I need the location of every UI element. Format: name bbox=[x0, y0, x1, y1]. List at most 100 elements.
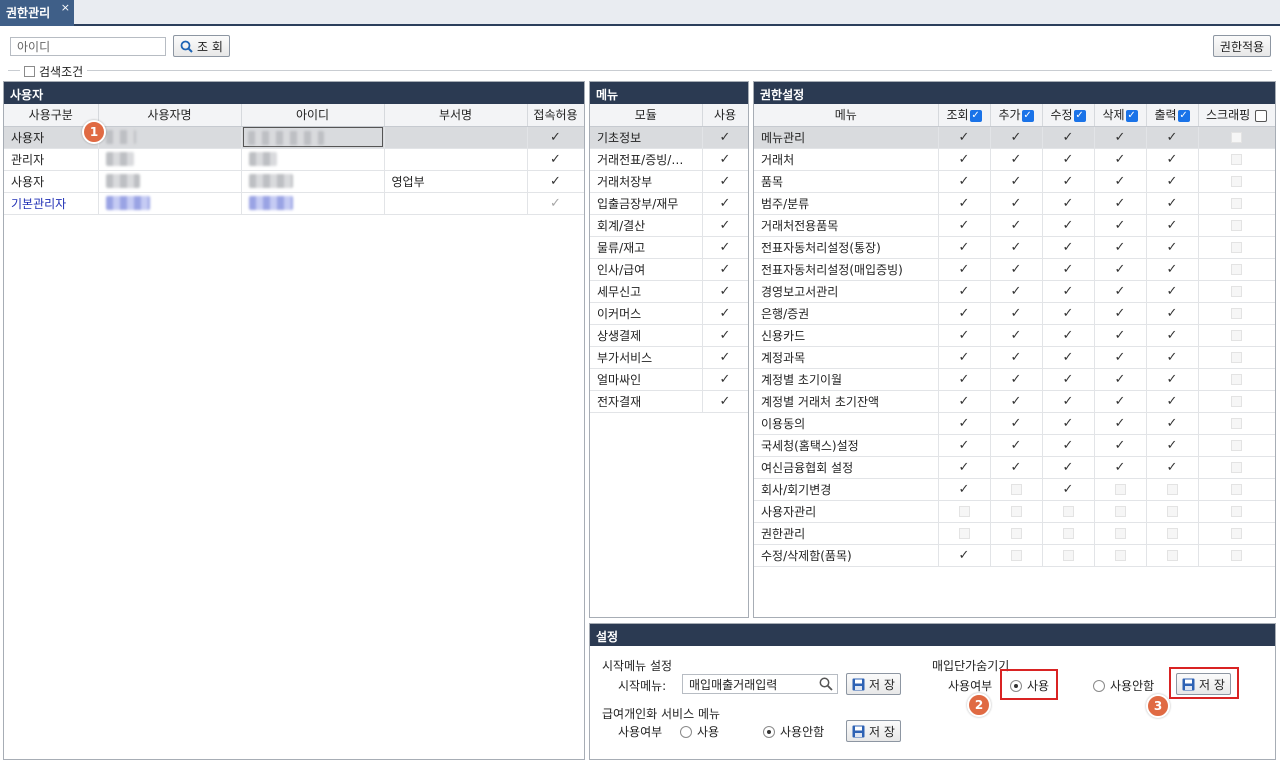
view-permission-checkbox[interactable]: ✓ bbox=[938, 412, 991, 435]
permission-row[interactable]: 권한관리 bbox=[754, 522, 1275, 545]
permission-row[interactable]: 거래처 ✓ ✓ ✓ ✓ ✓ bbox=[754, 148, 1275, 171]
payroll-save-button[interactable]: 저 장 bbox=[846, 720, 901, 742]
module-row[interactable]: 거래처장부 ✓ bbox=[590, 170, 748, 193]
permission-row[interactable]: 범주/분류 ✓ ✓ ✓ ✓ ✓ bbox=[754, 192, 1275, 215]
search-conditions-toggle[interactable]: 검색조건 bbox=[20, 63, 88, 80]
delete-permission-checkbox[interactable]: ✓ bbox=[1094, 434, 1147, 457]
delete-permission-checkbox[interactable]: ✓ bbox=[1094, 368, 1147, 391]
add-permission-checkbox[interactable]: ✓ bbox=[990, 368, 1043, 391]
column-header[interactable]: 아이디 bbox=[241, 104, 385, 127]
view-permission-checkbox[interactable]: ✓ bbox=[938, 434, 991, 457]
module-use-checkbox[interactable]: ✓ bbox=[702, 236, 748, 259]
column-header[interactable]: 접속허용 bbox=[527, 104, 584, 127]
print-all-checkbox[interactable]: ✓ bbox=[1177, 109, 1190, 122]
add-permission-checkbox[interactable]: ✓ bbox=[990, 126, 1043, 149]
close-icon[interactable]: × bbox=[61, 1, 70, 14]
edit-permission-checkbox[interactable]: ✓ bbox=[1042, 390, 1095, 413]
permission-row[interactable]: 경영보고서관리 ✓ ✓ ✓ ✓ ✓ bbox=[754, 280, 1275, 303]
module-row[interactable]: 전자결재 ✓ bbox=[590, 390, 748, 413]
access-allowed-checkbox[interactable]: ✓ bbox=[527, 126, 584, 149]
search-icon[interactable] bbox=[819, 677, 833, 694]
permission-row[interactable]: 거래처전용품목 ✓ ✓ ✓ ✓ ✓ bbox=[754, 214, 1275, 237]
add-permission-checkbox[interactable]: ✓ bbox=[990, 324, 1043, 347]
module-row[interactable]: 물류/재고 ✓ bbox=[590, 236, 748, 259]
search-input[interactable] bbox=[10, 37, 166, 56]
view-permission-checkbox[interactable]: ✓ bbox=[938, 368, 991, 391]
delete-column-header[interactable]: 삭제 ✓ bbox=[1094, 104, 1147, 127]
delete-permission-checkbox[interactable]: ✓ bbox=[1094, 126, 1147, 149]
module-use-checkbox[interactable]: ✓ bbox=[702, 324, 748, 347]
view-permission-checkbox[interactable]: ✓ bbox=[938, 280, 991, 303]
add-permission-checkbox[interactable]: ✓ bbox=[990, 302, 1043, 325]
add-permission-checkbox[interactable]: ✓ bbox=[990, 192, 1043, 215]
column-header[interactable]: 사용구분 bbox=[4, 104, 99, 127]
purchase-price-not-use-radio[interactable]: 사용안함 bbox=[1093, 677, 1154, 694]
module-row[interactable]: 입출금장부/재무 ✓ bbox=[590, 192, 748, 215]
edit-permission-checkbox[interactable]: ✓ bbox=[1042, 258, 1095, 281]
view-permission-checkbox[interactable]: ✓ bbox=[938, 192, 991, 215]
delete-permission-checkbox[interactable]: ✓ bbox=[1094, 412, 1147, 435]
view-permission-checkbox[interactable]: ✓ bbox=[938, 346, 991, 369]
payroll-not-use-radio[interactable]: 사용안함 bbox=[763, 723, 824, 740]
module-row[interactable]: 얼마싸인 ✓ bbox=[590, 368, 748, 391]
module-row[interactable]: 기초정보 ✓ bbox=[590, 126, 748, 149]
print-permission-checkbox[interactable]: ✓ bbox=[1146, 170, 1199, 193]
print-permission-checkbox[interactable]: ✓ bbox=[1146, 434, 1199, 457]
module-use-checkbox[interactable]: ✓ bbox=[702, 258, 748, 281]
edit-column-header[interactable]: 수정 ✓ bbox=[1042, 104, 1095, 127]
user-id-cell[interactable] bbox=[241, 126, 385, 149]
module-use-checkbox[interactable]: ✓ bbox=[702, 170, 748, 193]
add-permission-checkbox[interactable]: ✓ bbox=[990, 390, 1043, 413]
module-use-checkbox[interactable]: ✓ bbox=[702, 390, 748, 413]
add-permission-checkbox[interactable]: ✓ bbox=[990, 148, 1043, 171]
column-header[interactable]: 사용자명 bbox=[98, 104, 242, 127]
add-permission-checkbox[interactable]: ✓ bbox=[990, 346, 1043, 369]
permission-row[interactable]: 신용카드 ✓ ✓ ✓ ✓ ✓ bbox=[754, 324, 1275, 347]
permission-row[interactable]: 전표자동처리설정(매입증빙) ✓ ✓ ✓ ✓ ✓ bbox=[754, 258, 1275, 281]
add-permission-checkbox[interactable]: ✓ bbox=[990, 456, 1043, 479]
view-permission-checkbox[interactable]: ✓ bbox=[938, 148, 991, 171]
view-permission-checkbox[interactable]: ✓ bbox=[938, 390, 991, 413]
scraping-column-header[interactable]: 스크래핑 ✓ bbox=[1198, 104, 1275, 127]
view-permission-checkbox[interactable]: ✓ bbox=[938, 478, 991, 501]
access-allowed-checkbox[interactable]: ✓ bbox=[527, 148, 584, 171]
print-permission-checkbox[interactable]: ✓ bbox=[1146, 412, 1199, 435]
delete-permission-checkbox[interactable]: ✓ bbox=[1094, 148, 1147, 171]
start-menu-input[interactable] bbox=[682, 674, 838, 694]
module-use-checkbox[interactable]: ✓ bbox=[702, 214, 748, 237]
edit-permission-checkbox[interactable]: ✓ bbox=[1042, 478, 1095, 501]
edit-all-checkbox[interactable]: ✓ bbox=[1073, 109, 1086, 122]
edit-permission-checkbox[interactable]: ✓ bbox=[1042, 214, 1095, 237]
add-permission-checkbox[interactable]: ✓ bbox=[990, 434, 1043, 457]
permission-row[interactable]: 전표자동처리설정(통장) ✓ ✓ ✓ ✓ ✓ bbox=[754, 236, 1275, 259]
delete-permission-checkbox[interactable]: ✓ bbox=[1094, 170, 1147, 193]
edit-permission-checkbox[interactable]: ✓ bbox=[1042, 126, 1095, 149]
permission-row[interactable]: 계정과목 ✓ ✓ ✓ ✓ ✓ bbox=[754, 346, 1275, 369]
permission-row[interactable]: 계정별 거래처 초기잔액 ✓ ✓ ✓ ✓ ✓ bbox=[754, 390, 1275, 413]
module-row[interactable]: 인사/급여 ✓ bbox=[590, 258, 748, 281]
view-permission-checkbox[interactable]: ✓ bbox=[938, 456, 991, 479]
add-permission-checkbox[interactable]: ✓ bbox=[990, 170, 1043, 193]
print-permission-checkbox[interactable]: ✓ bbox=[1146, 192, 1199, 215]
add-permission-checkbox[interactable]: ✓ bbox=[990, 258, 1043, 281]
radio-button[interactable] bbox=[680, 725, 692, 738]
permission-row[interactable]: 국세청(홈택스)설정 ✓ ✓ ✓ ✓ ✓ bbox=[754, 434, 1275, 457]
table-row[interactable]: 사용자 영업부 ✓ bbox=[4, 170, 584, 193]
delete-permission-checkbox[interactable]: ✓ bbox=[1094, 346, 1147, 369]
delete-permission-checkbox[interactable]: ✓ bbox=[1094, 192, 1147, 215]
view-permission-checkbox[interactable]: ✓ bbox=[938, 258, 991, 281]
print-permission-checkbox[interactable]: ✓ bbox=[1146, 126, 1199, 149]
add-permission-checkbox[interactable]: ✓ bbox=[990, 280, 1043, 303]
view-permission-checkbox[interactable]: ✓ bbox=[938, 170, 991, 193]
module-use-checkbox[interactable]: ✓ bbox=[702, 280, 748, 303]
delete-permission-checkbox[interactable]: ✓ bbox=[1094, 280, 1147, 303]
apply-permissions-button[interactable]: 권한적용 bbox=[1213, 35, 1271, 57]
delete-permission-checkbox[interactable]: ✓ bbox=[1094, 236, 1147, 259]
print-permission-checkbox[interactable]: ✓ bbox=[1146, 324, 1199, 347]
add-permission-checkbox[interactable]: ✓ bbox=[990, 236, 1043, 259]
print-permission-checkbox[interactable]: ✓ bbox=[1146, 456, 1199, 479]
edit-permission-checkbox[interactable]: ✓ bbox=[1042, 324, 1095, 347]
module-row[interactable]: 부가서비스 ✓ bbox=[590, 346, 748, 369]
print-permission-checkbox[interactable]: ✓ bbox=[1146, 302, 1199, 325]
edit-permission-checkbox[interactable]: ✓ bbox=[1042, 280, 1095, 303]
